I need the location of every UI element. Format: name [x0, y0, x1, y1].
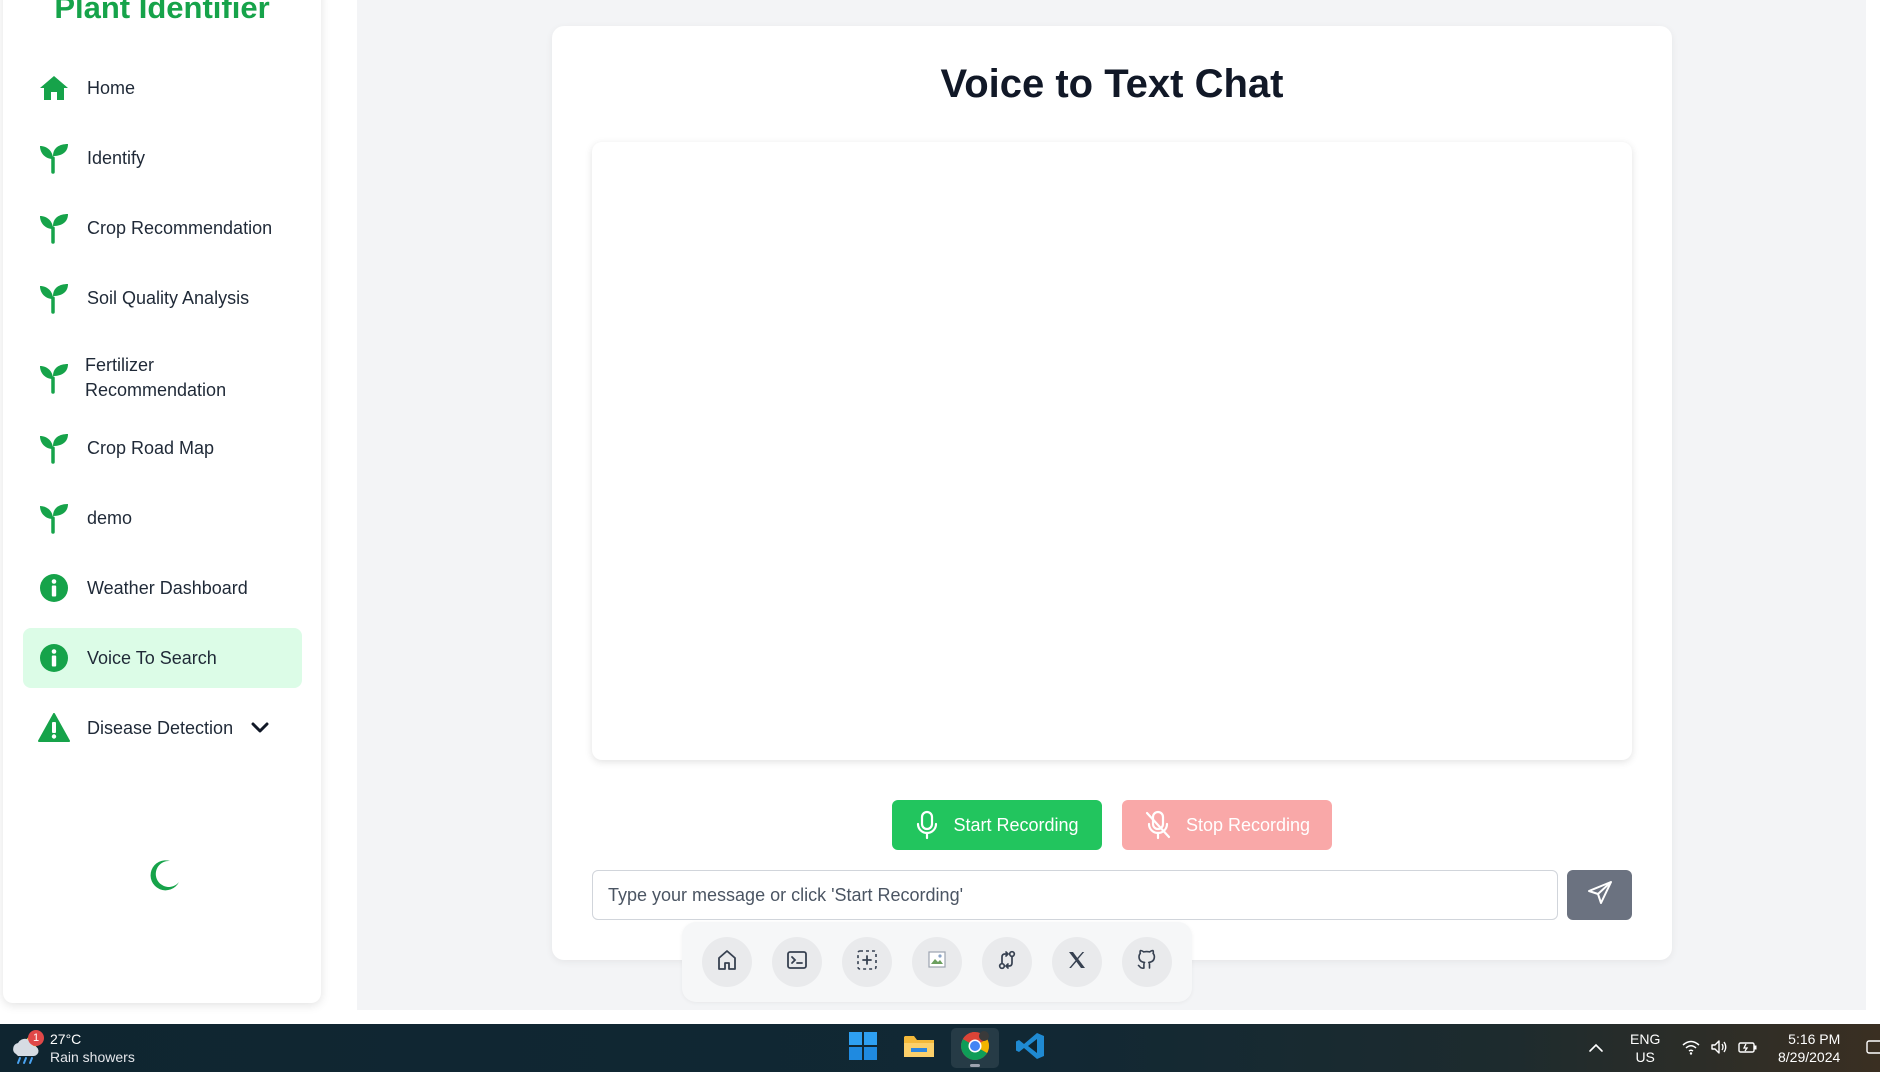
sidebar: Plant Identifier Home Identify Crop Reco…: [3, 0, 321, 1003]
sprout-icon: [37, 361, 71, 395]
show-hidden-icons[interactable]: [1588, 1024, 1604, 1072]
dock-x-button[interactable]: [1052, 937, 1102, 987]
weather-widget[interactable]: 1 27°C Rain showers: [8, 1028, 135, 1068]
sprout-icon: [37, 281, 71, 315]
taskbar: 1 27°C Rain showers ENG US 5:16 PM 8/29/…: [0, 1024, 1880, 1072]
sidebar-item-home[interactable]: Home: [23, 58, 302, 118]
weather-temperature: 27°C: [50, 1031, 82, 1047]
sprout-icon: [37, 141, 71, 175]
sidebar-item-label: Disease Detection: [87, 717, 234, 738]
home-icon: [716, 949, 738, 976]
sidebar-item-label: Crop Road Map: [87, 437, 215, 458]
floating-dock: [682, 922, 1192, 1002]
chat-messages-area[interactable]: [592, 142, 1632, 760]
voice-chat-card: Voice to Text Chat Start Recording Stop …: [552, 26, 1672, 960]
sidebar-item-fertilizer-recommendation[interactable]: Fertilizer Recommendation: [23, 338, 302, 418]
taskbar-chrome[interactable]: [951, 1028, 999, 1068]
chevron-down-icon[interactable]: [251, 722, 269, 734]
x-logo-icon: [1067, 950, 1087, 975]
dock-home-button[interactable]: [702, 937, 752, 987]
sidebar-item-voice-to-search[interactable]: Voice To Search: [23, 628, 302, 688]
start-recording-label: Start Recording: [953, 814, 1079, 835]
notification-badge: 1: [28, 1030, 44, 1046]
weather-condition: Rain showers: [50, 1049, 135, 1065]
microphone-icon: [915, 810, 939, 840]
microphone-off-icon: [1144, 810, 1172, 840]
battery-icon: [1738, 1039, 1758, 1058]
sidebar-item-soil-quality-analysis[interactable]: Soil Quality Analysis: [23, 268, 302, 328]
info-icon: [37, 571, 71, 605]
sidebar-item-identify[interactable]: Identify: [23, 128, 302, 188]
screenshot-icon: [856, 949, 878, 976]
clock-date: 8/29/2024: [1778, 1049, 1841, 1065]
scrollbar[interactable]: [1866, 0, 1880, 1024]
info-icon: [37, 641, 71, 675]
sidebar-item-label: Weather Dashboard: [87, 577, 248, 598]
sidebar-item-label: Fertilizer Recommendation: [85, 355, 227, 400]
clock-time: 5:16 PM: [1788, 1031, 1841, 1047]
sidebar-item-demo[interactable]: demo: [23, 488, 302, 548]
vscode-icon: [1015, 1031, 1045, 1066]
dock-github-button[interactable]: [1122, 937, 1172, 987]
sidebar-item-label: Soil Quality Analysis: [87, 287, 250, 308]
language-region: US: [1635, 1049, 1655, 1065]
send-icon: [1587, 880, 1613, 911]
dock-screenshot-button[interactable]: [842, 937, 892, 987]
notification-center[interactable]: [1866, 1024, 1880, 1072]
sidebar-item-label: Home: [87, 77, 136, 98]
warning-icon: [37, 711, 71, 745]
dock-image-button[interactable]: [912, 937, 962, 987]
brand-title: Plant Identifier: [54, 0, 270, 25]
rain-cloud-icon: 1: [8, 1030, 44, 1066]
windows-logo-icon: [848, 1031, 878, 1066]
system-tray-status[interactable]: [1682, 1024, 1758, 1072]
git-compare-icon: [996, 949, 1018, 976]
sidebar-item-label: Identify: [87, 147, 146, 168]
sidebar-item-crop-recommendation[interactable]: Crop Recommendation: [23, 198, 302, 258]
stop-recording-button[interactable]: Stop Recording: [1122, 800, 1332, 850]
taskbar-start-button[interactable]: [839, 1028, 887, 1068]
folder-icon: [903, 1032, 935, 1065]
notification-icon: [1866, 1039, 1880, 1058]
sidebar-item-label: Voice To Search: [87, 647, 217, 668]
language-code: ENG: [1630, 1031, 1661, 1047]
sprout-icon: [37, 211, 71, 245]
send-button[interactable]: [1567, 870, 1632, 920]
page: Plant Identifier Home Identify Crop Reco…: [0, 0, 1880, 1024]
sidebar-item-weather-dashboard[interactable]: Weather Dashboard: [23, 558, 302, 618]
stop-recording-label: Stop Recording: [1185, 814, 1311, 835]
start-recording-button[interactable]: Start Recording: [892, 800, 1102, 850]
moon-icon[interactable]: [148, 858, 182, 892]
chevron-up-icon: [1588, 1040, 1604, 1056]
language-indicator[interactable]: ENG US: [1630, 1024, 1660, 1072]
sprout-icon: [37, 431, 71, 465]
sprout-icon: [37, 501, 71, 535]
wifi-icon: [1682, 1039, 1700, 1058]
dock-terminal-button[interactable]: [772, 937, 822, 987]
dock-compare-button[interactable]: [982, 937, 1032, 987]
chrome-icon: [959, 1030, 991, 1067]
page-title: Voice to Text Chat: [940, 62, 1284, 106]
broken-image-icon: [926, 949, 948, 976]
message-input[interactable]: [592, 870, 1558, 920]
terminal-icon: [786, 949, 808, 976]
sidebar-item-crop-road-map[interactable]: Crop Road Map: [23, 418, 302, 478]
taskbar-file-explorer[interactable]: [895, 1028, 943, 1068]
volume-icon: [1710, 1039, 1728, 1058]
taskbar-vscode[interactable]: [1006, 1028, 1054, 1068]
clock[interactable]: 5:16 PM 8/29/2024: [1778, 1024, 1840, 1072]
sidebar-item-label: demo: [87, 507, 133, 528]
home-icon: [37, 71, 71, 105]
github-icon: [1136, 949, 1158, 976]
sidebar-item-label: Crop Recommendation: [87, 217, 273, 238]
sidebar-item-disease-detection[interactable]: Disease Detection: [23, 698, 302, 758]
